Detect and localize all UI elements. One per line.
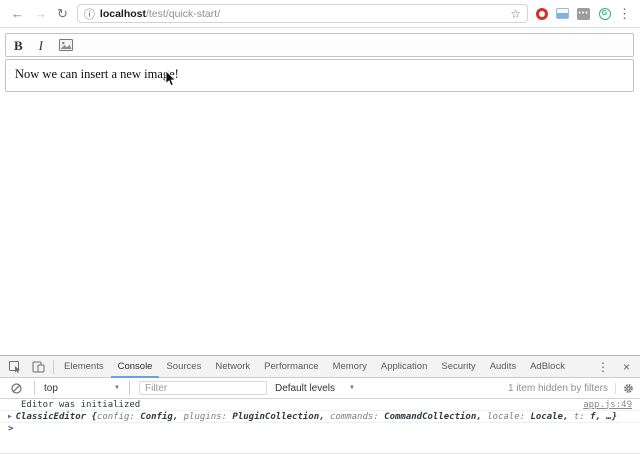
editor-content[interactable]: Now we can insert a new image! — [5, 59, 634, 92]
prop-value: Locale, — [530, 412, 573, 422]
prop-value: Config, — [140, 412, 183, 422]
chrome-menu-icon[interactable]: ⋮ — [615, 6, 634, 22]
more-extension-icon[interactable]: ••• — [577, 7, 590, 20]
prop-key: commands: — [330, 412, 384, 422]
gear-icon — [623, 383, 634, 394]
tab-elements[interactable]: Elements — [57, 356, 111, 378]
mouse-cursor — [165, 70, 176, 87]
source-link[interactable]: app.js:49 — [583, 400, 632, 410]
tab-adblock[interactable]: AdBlock — [523, 356, 572, 378]
tabbar-separator — [53, 360, 54, 374]
expand-triangle-icon[interactable]: ▶ — [8, 413, 12, 420]
tab-audits[interactable]: Audits — [483, 356, 523, 378]
url-path: /test/quick-start/ — [146, 8, 220, 20]
prop-key: locale: — [487, 412, 530, 422]
devtools-panel: Elements Console Sources Network Perform… — [0, 355, 640, 453]
object-brace: { — [86, 412, 97, 422]
levels-label: Default levels — [275, 383, 335, 394]
console-message[interactable]: Editor was initialized app.js:49 — [0, 399, 640, 411]
console-input-row[interactable]: > — [0, 423, 640, 435]
green-g-icon: G — [599, 8, 611, 20]
chevron-down-icon: ▼ — [349, 385, 355, 391]
insert-image-button[interactable] — [59, 39, 73, 51]
devtools-window-controls: ⋮ × — [591, 360, 636, 374]
device-toolbar-icon[interactable] — [27, 361, 50, 373]
execution-context-select[interactable]: top ▼ — [38, 383, 126, 394]
italic-button[interactable]: I — [39, 39, 43, 52]
log-levels-select[interactable]: Default levels ▼ — [273, 383, 357, 394]
chevron-down-icon: ▼ — [114, 385, 120, 391]
console-toolbar: top ▼ Default levels ▼ 1 item hidden by … — [0, 378, 640, 399]
prop-key: config: — [97, 412, 140, 422]
tab-sources[interactable]: Sources — [159, 356, 208, 378]
tab-network[interactable]: Network — [208, 356, 257, 378]
devtools-tabbar: Elements Console Sources Network Perform… — [0, 356, 640, 378]
console-settings-button[interactable] — [615, 383, 634, 394]
editor-toolbar: B I — [5, 33, 634, 57]
devtools-menu-icon[interactable]: ⋮ — [591, 360, 615, 374]
adblock-extension-icon[interactable] — [535, 7, 548, 20]
url-text[interactable]: localhost/test/quick-start/ — [100, 8, 220, 20]
hidden-items-note: 1 item hidden by filters — [508, 383, 608, 394]
bold-button[interactable]: B — [14, 39, 23, 52]
gray-dots-icon: ••• — [577, 8, 590, 20]
prompt-chevron-icon: > — [8, 424, 13, 434]
url-host: localhost — [100, 8, 146, 20]
forward-icon[interactable]: → — [29, 7, 52, 20]
bookmark-star-icon[interactable]: ☆ — [510, 7, 521, 21]
back-icon[interactable]: ← — [6, 7, 29, 20]
refresh-icon[interactable]: ↻ — [52, 7, 73, 20]
prop-value: PluginCollection, — [232, 412, 330, 422]
prop-key: plugins: — [184, 412, 233, 422]
console-object-preview[interactable]: ▶ ClassicEditor {config: Config, plugins… — [0, 411, 640, 423]
editor-text: Now we can insert a new image! — [15, 67, 179, 81]
inspect-element-icon[interactable] — [4, 361, 27, 373]
red-circle-icon — [536, 8, 548, 20]
toolbar-separator — [129, 381, 130, 395]
prop-key: t: — [574, 412, 590, 422]
context-label: top — [44, 383, 58, 394]
address-bar[interactable]: ⓘ localhost/test/quick-start/ ☆ — [77, 4, 528, 23]
console-log: Editor was initialized app.js:49 ▶ Class… — [0, 399, 640, 435]
log-text: Editor was initialized — [8, 400, 140, 410]
image-icon — [59, 39, 73, 51]
blue-window-icon — [556, 8, 569, 19]
toolbar-separator — [34, 381, 35, 395]
window-extension-icon[interactable] — [556, 7, 569, 20]
page-info-icon[interactable]: ⓘ — [84, 6, 95, 22]
object-tail: …} — [606, 412, 617, 422]
tab-memory[interactable]: Memory — [326, 356, 374, 378]
devtools-close-icon[interactable]: × — [617, 360, 636, 374]
extension-tray: ••• G — [535, 7, 611, 20]
object-preview-text: ClassicEditor {config: Config, plugins: … — [16, 412, 618, 422]
prop-value: CommandCollection, — [384, 412, 487, 422]
tab-application[interactable]: Application — [374, 356, 434, 378]
tab-console[interactable]: Console — [111, 356, 160, 378]
grammarly-extension-icon[interactable]: G — [598, 7, 611, 20]
object-class-name: ClassicEditor — [16, 412, 86, 422]
tab-security[interactable]: Security — [434, 356, 482, 378]
clear-console-icon[interactable] — [6, 383, 27, 394]
prop-value: f, — [590, 412, 606, 422]
browser-window: ← → ↻ ⓘ localhost/test/quick-start/ ☆ ••… — [0, 0, 640, 454]
browser-toolbar: ← → ↻ ⓘ localhost/test/quick-start/ ☆ ••… — [0, 0, 640, 28]
tab-performance[interactable]: Performance — [257, 356, 325, 378]
console-filter-input[interactable] — [139, 381, 267, 395]
